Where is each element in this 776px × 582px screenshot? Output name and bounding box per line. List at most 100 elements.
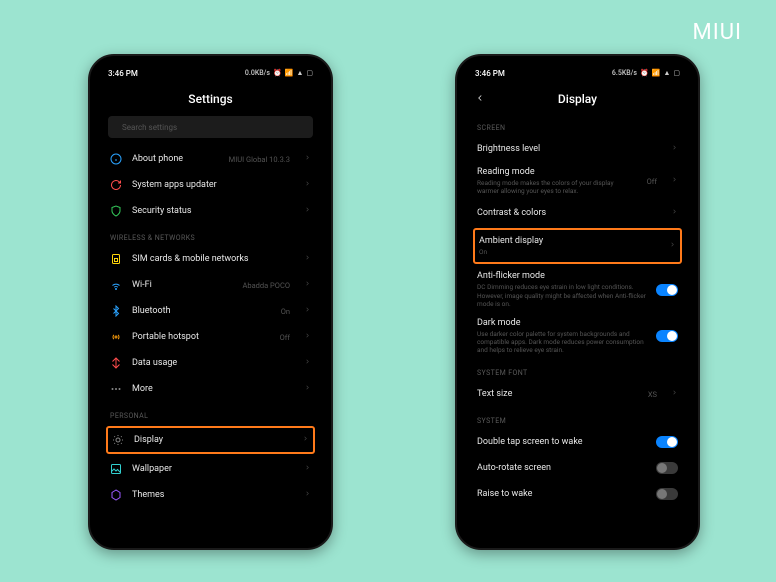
chevron-right-icon [304, 464, 311, 474]
screen-right: 3:46 PM 6.5KB/s ⏰ 📶 ▲ ▢ Display SCREEN B… [465, 64, 690, 540]
row-hotspot[interactable]: Portable hotspot Off [108, 324, 313, 350]
status-bar: 3:46 PM 6.5KB/s ⏰ 📶 ▲ ▢ [465, 64, 690, 82]
row-sub: Use darker color palette for system back… [477, 330, 646, 354]
row-wifi[interactable]: Wi-Fi Abadda POCO [108, 272, 313, 298]
row-contrast-colors[interactable]: Contrast & colors [475, 200, 680, 226]
row-label: About phone [132, 154, 219, 164]
bluetooth-icon [110, 305, 122, 317]
row-wallpaper[interactable]: Wallpaper [108, 456, 313, 482]
row-raise-to-wake[interactable]: Raise to wake [475, 481, 680, 507]
row-label: Text size [477, 389, 638, 399]
status-net: 0.0KB/s [245, 69, 270, 77]
row-about-phone[interactable]: About phone MIUI Global 10.3.3 [108, 146, 313, 172]
row-label: Wallpaper [132, 464, 294, 474]
chevron-right-icon [304, 254, 311, 264]
wallpaper-icon [110, 463, 122, 475]
row-label: Bluetooth [132, 306, 271, 316]
chevron-right-icon [671, 176, 678, 186]
toggle-auto-rotate[interactable] [656, 462, 678, 474]
chevron-right-icon [304, 332, 311, 342]
page-title: Settings [98, 82, 323, 114]
chevron-right-icon [302, 435, 309, 445]
phone-right: 3:46 PM 6.5KB/s ⏰ 📶 ▲ ▢ Display SCREEN B… [455, 54, 700, 550]
row-display[interactable]: Display [106, 426, 315, 454]
row-reading-mode[interactable]: Reading mode Reading mode makes the colo… [475, 162, 680, 200]
row-label: Auto-rotate screen [477, 463, 646, 473]
display-settings-list[interactable]: SCREEN Brightness level Reading mode Rea… [465, 114, 690, 540]
chevron-right-icon [671, 208, 678, 218]
row-label: Brightness level [477, 144, 661, 154]
status-icons: 6.5KB/s ⏰ 📶 ▲ ▢ [612, 69, 680, 77]
row-bluetooth[interactable]: Bluetooth On [108, 298, 313, 324]
row-label: Raise to wake [477, 489, 646, 499]
row-security-status[interactable]: Security status [108, 198, 313, 224]
row-label: System apps updater [132, 180, 294, 190]
row-value: Off [647, 177, 657, 186]
row-ambient-display[interactable]: Ambient display On [473, 228, 682, 264]
row-label: More [132, 384, 294, 394]
row-dark-mode[interactable]: Dark mode Use darker color palette for s… [475, 313, 680, 359]
status-net: 6.5KB/s [612, 69, 637, 77]
row-label: Anti-flicker mode [477, 271, 646, 281]
search-input[interactable]: Search settings [108, 116, 313, 138]
chevron-right-icon [304, 280, 311, 290]
status-icons: 0.0KB/s ⏰ 📶 ▲ ▢ [245, 69, 313, 77]
row-text-size[interactable]: Text size XS [475, 381, 680, 407]
toggle-raise-wake[interactable] [656, 488, 678, 500]
page-title-text: Display [558, 92, 597, 106]
row-more[interactable]: More [108, 376, 313, 402]
row-sub: On [479, 248, 659, 256]
row-label: Security status [132, 206, 294, 216]
alarm-icon: ⏰ [273, 69, 282, 77]
brand-label: MIUI [693, 20, 742, 45]
row-brightness[interactable]: Brightness level [475, 136, 680, 162]
row-label: Ambient display [479, 236, 659, 246]
row-anti-flicker[interactable]: Anti-flicker mode DC Dimming reduces eye… [475, 266, 680, 312]
row-sim-cards[interactable]: SIM cards & mobile networks [108, 246, 313, 272]
row-data-usage[interactable]: Data usage [108, 350, 313, 376]
toggle-double-tap[interactable] [656, 436, 678, 448]
chevron-right-icon [304, 154, 311, 164]
row-label: Contrast & colors [477, 208, 661, 218]
chevron-right-icon [304, 358, 311, 368]
row-label: Dark mode [477, 318, 646, 328]
section-screen: SCREEN [475, 114, 680, 136]
row-label: Display [134, 435, 292, 445]
row-double-tap-wake[interactable]: Double tap screen to wake [475, 429, 680, 455]
chevron-right-icon [304, 384, 311, 394]
more-icon [110, 383, 122, 395]
row-label: Reading mode [477, 167, 637, 177]
alarm-icon: ⏰ [640, 69, 649, 77]
section-system: SYSTEM [475, 407, 680, 429]
status-bar: 3:46 PM 0.0KB/s ⏰ 📶 ▲ ▢ [98, 64, 323, 82]
row-themes[interactable]: Themes [108, 482, 313, 508]
section-font: SYSTEM FONT [475, 359, 680, 381]
chevron-right-icon [671, 144, 678, 154]
row-sub: DC Dimming reduces eye strain in low lig… [477, 283, 646, 307]
update-icon [110, 179, 122, 191]
section-wireless: WIRELESS & NETWORKS [108, 224, 313, 246]
back-button[interactable] [475, 92, 485, 106]
display-icon [112, 434, 124, 446]
row-label: Double tap screen to wake [477, 437, 646, 447]
row-system-apps-updater[interactable]: System apps updater [108, 172, 313, 198]
row-label: Data usage [132, 358, 294, 368]
status-time: 3:46 PM [475, 69, 505, 78]
row-label: SIM cards & mobile networks [132, 254, 294, 264]
chevron-right-icon [669, 241, 676, 251]
row-label: Wi-Fi [132, 280, 232, 290]
row-auto-rotate[interactable]: Auto-rotate screen [475, 455, 680, 481]
toggle-dark-mode[interactable] [656, 330, 678, 342]
row-value: Abadda POCO [242, 281, 290, 290]
row-label: Themes [132, 490, 294, 500]
chevron-right-icon [304, 180, 311, 190]
chevron-right-icon [304, 206, 311, 216]
wifi-status-icon: ▲ [663, 69, 670, 77]
shield-icon [110, 205, 122, 217]
wifi-icon [110, 279, 122, 291]
battery-icon: ▢ [673, 69, 680, 77]
settings-list[interactable]: About phone MIUI Global 10.3.3 System ap… [98, 146, 323, 540]
toggle-anti-flicker[interactable] [656, 284, 678, 296]
wifi-status-icon: ▲ [296, 69, 303, 77]
data-icon [110, 357, 122, 369]
